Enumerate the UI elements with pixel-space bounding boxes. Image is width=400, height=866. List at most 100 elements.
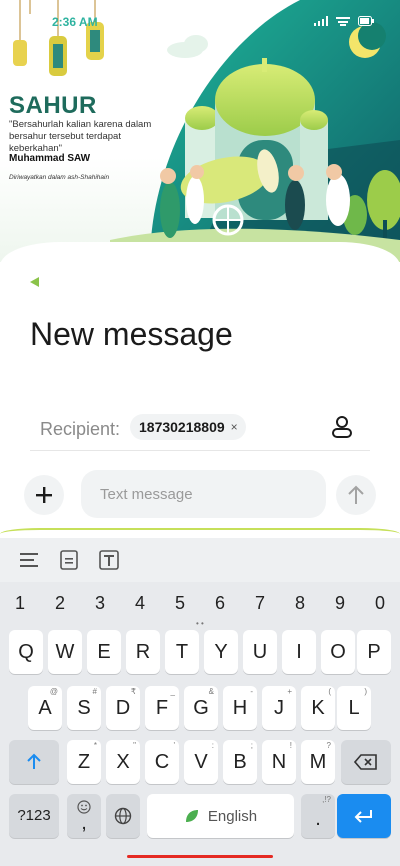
key-6[interactable]: 6 <box>200 590 240 620</box>
clipboard-icon[interactable] <box>58 549 80 571</box>
key-r[interactable]: R <box>126 630 160 674</box>
key-w[interactable]: W <box>48 630 82 674</box>
key-a[interactable]: @ A <box>28 686 62 730</box>
page-dots: • • <box>196 619 204 628</box>
key-3[interactable]: 3 <box>80 590 120 620</box>
send-button[interactable] <box>336 475 376 515</box>
sahur-banner: 2:36 AM SAHUR "Bersahurlah kalian karena… <box>0 0 400 262</box>
battery-icon <box>358 16 374 26</box>
key-label: U <box>252 641 268 663</box>
key-hint: + <box>287 687 292 696</box>
symbols-key[interactable]: ?123 <box>9 794 59 838</box>
page-title: New message <box>30 316 233 352</box>
key-q[interactable]: Q <box>9 630 43 674</box>
wifi-icon <box>336 17 350 26</box>
plus-icon <box>36 487 52 503</box>
key-t[interactable]: T <box>165 630 199 674</box>
key-e[interactable]: E <box>87 630 121 674</box>
arrow-up-icon <box>348 485 364 504</box>
key-i[interactable]: I <box>282 630 316 674</box>
key-label: Y <box>214 641 228 663</box>
key-y[interactable]: Y <box>204 630 238 674</box>
keyboard: 1 2 3 4 5 6 7 8 9 0 • • Q W E R T Y U I … <box>0 538 400 866</box>
enter-key[interactable] <box>337 794 391 838</box>
key-label: I <box>296 641 302 663</box>
key-7[interactable]: 7 <box>240 590 280 620</box>
back-arrow-icon[interactable] <box>30 277 39 287</box>
key-b[interactable]: ; B <box>223 740 257 784</box>
key-hint: - <box>250 687 253 696</box>
key-label: ?123 <box>17 807 51 824</box>
key-n[interactable]: ! N <box>262 740 296 784</box>
period-key[interactable]: ,!?. <box>301 794 335 838</box>
key-1[interactable]: 1 <box>0 590 40 620</box>
key-5[interactable]: 5 <box>160 590 200 620</box>
key-p[interactable]: P <box>357 630 391 674</box>
key-v[interactable]: :V <box>184 740 218 784</box>
backspace-key[interactable] <box>341 740 391 784</box>
add-attachment-button[interactable] <box>24 475 64 515</box>
key-hint: & <box>208 687 214 696</box>
key-label: A <box>38 697 52 719</box>
message-input-row <box>0 470 400 520</box>
key-c[interactable]: ' C <box>145 740 179 784</box>
key-hint: ) <box>364 687 367 696</box>
key-8[interactable]: 8 <box>280 590 320 620</box>
banner-source: Diriwayatkan dalam ash-Shahihain <box>9 174 110 181</box>
banner-author: Muhammad SAW <box>9 153 91 164</box>
key-label: J <box>274 697 284 719</box>
key-label: Z <box>77 751 91 773</box>
key-l[interactable]: ) L <box>337 686 371 730</box>
key-z[interactable]: * Z <box>67 740 101 784</box>
key-label: D <box>115 697 131 719</box>
navigation-bar[interactable] <box>127 855 273 858</box>
key-hint: " <box>133 741 136 750</box>
key-hint: _ <box>170 687 175 696</box>
backspace-icon <box>354 754 377 770</box>
language-key[interactable] <box>106 794 140 838</box>
message-input[interactable] <box>81 470 326 518</box>
key-hint: ( <box>328 687 331 696</box>
key-g[interactable]: & G <box>184 686 218 730</box>
key-s[interactable]: # S <box>67 686 101 730</box>
key-label: T <box>175 641 189 663</box>
key-2[interactable]: 2 <box>40 590 80 620</box>
comma-key[interactable]: , <box>67 794 101 838</box>
banner-quote: "Bersahurlah kalian karena dalam bersahu… <box>9 119 152 154</box>
shift-key[interactable] <box>9 740 59 784</box>
key-j[interactable]: + J <box>262 686 296 730</box>
space-bar[interactable]: English <box>147 794 294 838</box>
key-label: B <box>233 751 247 773</box>
key-o[interactable]: O <box>321 630 355 674</box>
signal-icon <box>314 16 328 26</box>
text-format-icon[interactable] <box>98 549 120 571</box>
key-label: C <box>154 751 170 773</box>
key-label: Q <box>18 641 34 663</box>
key-d[interactable]: ₹ D <box>106 686 140 730</box>
status-time: 2:36 AM <box>52 15 98 29</box>
key-h[interactable]: -H <box>223 686 257 730</box>
contact-person-icon[interactable] <box>330 415 354 439</box>
key-m[interactable]: ? M <box>301 740 335 784</box>
remove-recipient-icon[interactable]: × <box>231 420 238 434</box>
recipient-row: Recipient: 18730218809 × <box>30 402 370 451</box>
key-k[interactable]: (K <box>301 686 335 730</box>
key-label: F <box>155 697 169 719</box>
keyboard-toolbar <box>0 538 400 582</box>
recipient-chip[interactable]: 18730218809 × <box>130 414 246 440</box>
key-label: R <box>135 641 151 663</box>
enter-arrow-icon <box>354 810 372 823</box>
key-9[interactable]: 9 <box>320 590 360 620</box>
key-hint: ,!? <box>322 795 331 804</box>
key-0[interactable]: 0 <box>360 590 400 620</box>
key-x[interactable]: " X <box>106 740 140 784</box>
key-4[interactable]: 4 <box>120 590 160 620</box>
key-label: G <box>193 697 209 719</box>
key-hint: ₹ <box>130 687 136 696</box>
key-f[interactable]: _ F <box>145 686 179 730</box>
key-label: N <box>271 751 287 773</box>
key-u[interactable]: U <box>243 630 277 674</box>
menu-lines-icon[interactable] <box>18 549 40 571</box>
recipient-number: 18730218809 <box>139 419 225 435</box>
key-label: X <box>116 751 130 773</box>
